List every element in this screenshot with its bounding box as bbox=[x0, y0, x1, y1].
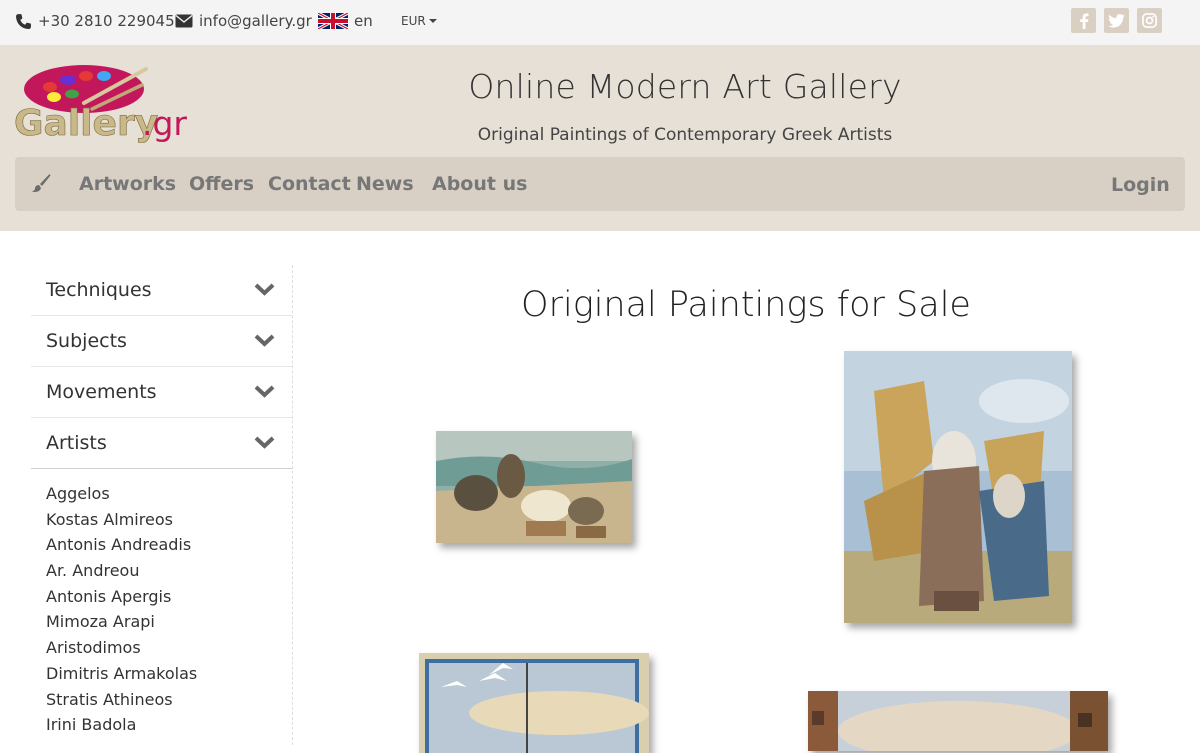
facet-label: Artists bbox=[46, 432, 107, 454]
instagram-icon bbox=[1142, 13, 1157, 28]
facet-movements[interactable]: Movements bbox=[31, 367, 292, 418]
artist-link[interactable]: Antonis Apergis bbox=[46, 587, 197, 613]
artist-link[interactable]: Aristodimos bbox=[46, 638, 197, 664]
email-contact[interactable]: info@gallery.gr bbox=[175, 12, 312, 30]
language-label: en bbox=[354, 12, 373, 30]
painting-thumbnail[interactable] bbox=[808, 691, 1108, 751]
facet-techniques[interactable]: Techniques bbox=[31, 265, 292, 316]
filter-sidebar: Techniques Subjects Movements Artists Ag… bbox=[31, 265, 293, 745]
instagram-link[interactable] bbox=[1137, 8, 1162, 33]
artist-list: Aggelos Kostas Almireos Antonis Andreadi… bbox=[46, 484, 197, 741]
artist-link[interactable]: Stratis Athineos bbox=[46, 690, 197, 716]
nav-contact[interactable]: Contact bbox=[268, 173, 351, 195]
paintbrush-icon[interactable] bbox=[31, 173, 51, 197]
painting-image bbox=[808, 691, 1108, 751]
page-title: Original Paintings for Sale bbox=[521, 285, 971, 325]
nav-offers[interactable]: Offers bbox=[189, 173, 254, 195]
facet-artists[interactable]: Artists bbox=[31, 418, 292, 469]
phone-number: +30 2810 229045 bbox=[38, 12, 175, 30]
chevron-down-icon bbox=[254, 436, 275, 449]
artist-link[interactable]: Ar. Andreou bbox=[46, 561, 197, 587]
language-selector[interactable]: en bbox=[318, 12, 373, 30]
site-header: Gallery .gr Online Modern Art Gallery Or… bbox=[0, 45, 1200, 231]
facet-label: Movements bbox=[46, 381, 157, 403]
painting-thumbnail[interactable] bbox=[844, 351, 1072, 623]
artist-link[interactable]: Mimoza Arapi bbox=[46, 612, 197, 638]
main-navbar: Artworks Offers Contact News About us Lo… bbox=[15, 157, 1185, 211]
facet-label: Techniques bbox=[46, 279, 152, 301]
artist-link[interactable]: Irini Badola bbox=[46, 715, 197, 741]
artist-link[interactable]: Kostas Almireos bbox=[46, 510, 197, 536]
currency-dropdown[interactable]: EUR bbox=[401, 14, 437, 28]
nav-news[interactable]: News bbox=[356, 173, 414, 195]
uk-flag-icon bbox=[318, 13, 348, 29]
facebook-link[interactable] bbox=[1071, 8, 1096, 33]
painting-thumbnail[interactable] bbox=[419, 653, 649, 753]
currency-label: EUR bbox=[401, 14, 426, 28]
top-bar: +30 2810 229045 info@gallery.gr en EUR bbox=[0, 0, 1200, 45]
nav-artworks[interactable]: Artworks bbox=[79, 173, 176, 195]
login-link[interactable]: Login bbox=[1111, 174, 1170, 196]
twitter-icon bbox=[1108, 13, 1125, 28]
painting-image bbox=[844, 351, 1072, 623]
facebook-icon bbox=[1079, 13, 1088, 29]
facet-label: Subjects bbox=[46, 330, 127, 352]
phone-icon bbox=[16, 13, 31, 29]
twitter-link[interactable] bbox=[1104, 8, 1129, 33]
caret-down-icon bbox=[428, 19, 437, 23]
site-title: Online Modern Art Gallery bbox=[468, 67, 902, 106]
chevron-down-icon bbox=[254, 385, 275, 398]
chevron-down-icon bbox=[254, 283, 275, 296]
facet-subjects[interactable]: Subjects bbox=[31, 316, 292, 367]
phone-contact[interactable]: +30 2810 229045 bbox=[15, 12, 175, 30]
artist-link[interactable]: Dimitris Armakolas bbox=[46, 664, 197, 690]
email-address: info@gallery.gr bbox=[199, 12, 312, 30]
painting-thumbnail[interactable] bbox=[436, 431, 632, 543]
site-subtitle: Original Paintings of Contemporary Greek… bbox=[477, 125, 893, 145]
painting-image bbox=[419, 653, 649, 753]
artist-link[interactable]: Antonis Andreadis bbox=[46, 535, 197, 561]
chevron-down-icon bbox=[254, 334, 275, 347]
artist-link[interactable]: Aggelos bbox=[46, 484, 197, 510]
envelope-icon bbox=[175, 14, 193, 28]
nav-about-us[interactable]: About us bbox=[432, 173, 527, 195]
painting-image bbox=[436, 431, 632, 543]
